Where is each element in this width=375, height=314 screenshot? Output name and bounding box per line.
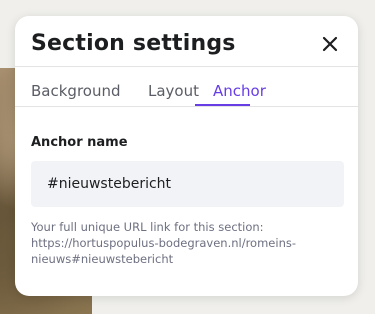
header-divider <box>15 66 358 67</box>
help-line: Your full unique URL link for this secti… <box>31 220 264 234</box>
tab-layout[interactable]: Layout <box>148 82 199 100</box>
close-button[interactable] <box>320 34 340 54</box>
help-url-line: https://hortuspopulus-bodegraven.nl/rome… <box>31 236 296 250</box>
tab-anchor[interactable]: Anchor <box>213 82 266 100</box>
tabs-divider <box>15 106 358 107</box>
close-icon <box>322 36 338 52</box>
tab-background[interactable]: Background <box>31 82 121 100</box>
panel-title: Section settings <box>31 31 236 56</box>
anchor-name-value: #nieuwstebericht <box>47 176 172 192</box>
panel-header: Section settings <box>15 16 358 66</box>
anchor-name-input[interactable]: #nieuwstebericht <box>31 161 344 207</box>
help-url-line: nieuws#nieuwstebericht <box>31 252 174 266</box>
section-settings-panel: Section settings Background Layout Ancho… <box>15 16 358 296</box>
anchor-name-label: Anchor name <box>31 135 128 150</box>
anchor-url-help: Your full unique URL link for this secti… <box>31 219 331 267</box>
